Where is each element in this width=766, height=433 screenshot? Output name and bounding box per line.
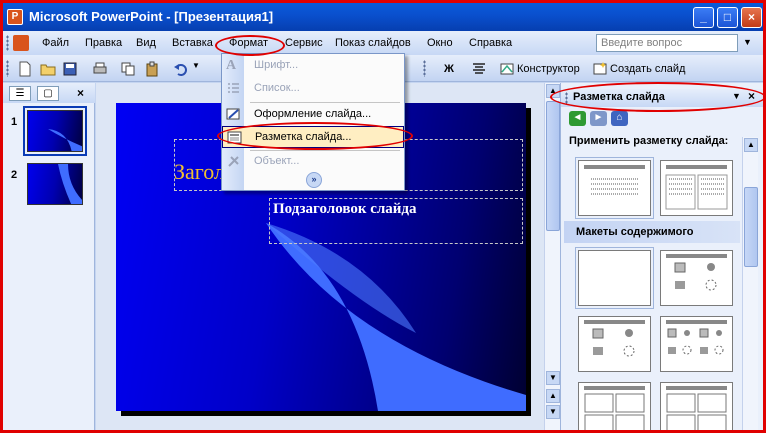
- menu-help[interactable]: Справка: [469, 37, 512, 49]
- powerpoint-app-icon[interactable]: P: [7, 9, 23, 25]
- layout-two-column-text[interactable]: [660, 160, 733, 216]
- menu-insert[interactable]: Вставка: [172, 37, 213, 49]
- title-bar[interactable]: P Microsoft PowerPoint - [Презентация1] …: [3, 3, 763, 31]
- scroll-down-icon[interactable]: ▼: [546, 371, 560, 385]
- task-pane-close-button[interactable]: ×: [748, 89, 755, 103]
- slides-pane-close-button[interactable]: ×: [77, 86, 84, 100]
- list-icon: [228, 83, 239, 93]
- menu-item-object[interactable]: Объект...: [222, 151, 404, 173]
- slide-number: 1: [11, 116, 18, 128]
- close-button[interactable]: ×: [741, 7, 762, 28]
- powerpoint-window: P Microsoft PowerPoint - [Презентация1] …: [0, 0, 766, 433]
- slide-design-icon: [226, 108, 240, 120]
- slides-pane-tabs: ☰ ▢ ×: [3, 83, 95, 103]
- menu-item-label: Объект...: [254, 155, 300, 167]
- menu-item-slide-layout[interactable]: Разметка слайда...: [222, 126, 404, 148]
- align-center-icon[interactable]: [471, 61, 487, 77]
- menu-bar: Файл Правка Вид Вставка Формат Сервис По…: [3, 31, 763, 55]
- next-slide-icon[interactable]: ▼: [546, 405, 560, 419]
- open-folder-icon[interactable]: [40, 61, 56, 77]
- help-search-input[interactable]: Введите вопрос: [596, 34, 738, 52]
- help-dropdown-icon[interactable]: ▼: [743, 37, 752, 47]
- back-icon[interactable]: ◄: [569, 111, 586, 126]
- format-menu: A Шрифт... Список... Оформление слайда..…: [221, 53, 405, 191]
- menu-tools[interactable]: Сервис: [285, 37, 323, 49]
- maximize-button[interactable]: □: [717, 7, 738, 28]
- task-pane-scroll-up-icon[interactable]: ▲: [744, 138, 758, 152]
- menu-item-label: Разметка слайда...: [255, 131, 352, 143]
- menu-edit[interactable]: Правка: [85, 37, 122, 49]
- scroll-up-icon[interactable]: ▲: [546, 84, 560, 98]
- slide-title[interactable]: Загол: [174, 159, 225, 185]
- menu-format[interactable]: Формат: [229, 37, 268, 49]
- object-icon: [228, 156, 239, 167]
- menu-separator: [250, 102, 400, 103]
- font-icon: A: [226, 58, 237, 73]
- task-pane-grip[interactable]: [565, 92, 568, 104]
- menu-item-label: Оформление слайда...: [254, 108, 372, 120]
- minimize-button[interactable]: _: [693, 7, 714, 28]
- menu-file[interactable]: Файл: [42, 37, 69, 49]
- designer-button[interactable]: Конструктор: [517, 63, 580, 75]
- layout-title-text[interactable]: [575, 157, 654, 219]
- content-layouts-label: Макеты содержимого: [576, 226, 694, 238]
- task-pane-scrollbar[interactable]: ▲: [742, 137, 758, 430]
- content-layouts-section-header: Макеты содержимого: [564, 221, 740, 243]
- menu-item-label: Список...: [254, 82, 300, 94]
- slides-pane: ☰ ▢ × 1 2: [3, 83, 95, 430]
- menubar-grip[interactable]: [6, 35, 9, 51]
- menu-slideshow[interactable]: Показ слайдов: [335, 37, 411, 49]
- slide-number: 2: [11, 169, 18, 181]
- home-icon[interactable]: ⌂: [611, 111, 628, 126]
- toolbar-grip[interactable]: [6, 60, 9, 77]
- menu-item-list[interactable]: Список...: [222, 78, 404, 100]
- bold-button[interactable]: Ж: [444, 63, 454, 75]
- forward-icon[interactable]: ►: [590, 111, 607, 126]
- undo-icon[interactable]: [173, 61, 189, 77]
- menu-window[interactable]: Окно: [427, 37, 453, 49]
- chevron-double-down-icon[interactable]: »: [306, 172, 322, 188]
- slide-layout-task-pane: Разметка слайда ▼ × ◄ ► ⌂ Применить разм…: [560, 83, 763, 430]
- menu-item-label: Шрифт...: [254, 59, 299, 71]
- window-title: Microsoft PowerPoint - [Презентация1]: [29, 9, 274, 24]
- new-slide-button[interactable]: Создать слайд: [610, 63, 685, 75]
- main-vertical-scrollbar[interactable]: ▲ ▼ ▲ ▼: [544, 83, 560, 430]
- undo-dropdown-icon[interactable]: ▼: [192, 61, 200, 70]
- task-pane-title[interactable]: Разметка слайда: [573, 91, 665, 103]
- designer-icon[interactable]: [499, 61, 515, 77]
- layout-title-four-content[interactable]: [660, 382, 733, 430]
- previous-slide-icon[interactable]: ▲: [546, 389, 560, 403]
- layout-content[interactable]: [578, 316, 651, 372]
- apply-layout-label: Применить разметку слайда:: [569, 135, 729, 147]
- copy-icon[interactable]: [120, 61, 136, 77]
- slides-tab[interactable]: ▢: [37, 86, 59, 101]
- new-document-icon[interactable]: [17, 61, 33, 77]
- menu-view[interactable]: Вид: [136, 37, 156, 49]
- task-pane-scroll-thumb[interactable]: [744, 187, 758, 267]
- new-slide-icon[interactable]: [592, 61, 608, 77]
- task-pane-dropdown-icon[interactable]: ▼: [732, 91, 741, 101]
- layout-two-content[interactable]: [660, 316, 733, 372]
- scroll-thumb[interactable]: [546, 101, 560, 231]
- document-icon[interactable]: [13, 35, 29, 51]
- slide-thumbnail-1[interactable]: [23, 106, 87, 156]
- layout-blank[interactable]: [575, 247, 654, 309]
- save-icon[interactable]: [62, 61, 78, 77]
- layout-title-content[interactable]: [660, 250, 733, 306]
- slide-subtitle[interactable]: Подзаголовок слайда: [273, 201, 417, 218]
- slide-thumbnail-2[interactable]: [27, 163, 83, 205]
- outline-tab[interactable]: ☰: [9, 86, 31, 101]
- menu-item-slide-design[interactable]: Оформление слайда...: [222, 104, 404, 126]
- layout-four-content[interactable]: [578, 382, 651, 430]
- print-icon[interactable]: [92, 61, 108, 77]
- slide-layout-icon: [227, 131, 242, 144]
- paste-icon[interactable]: [144, 61, 160, 77]
- menu-item-font[interactable]: A Шрифт...: [222, 55, 404, 77]
- toolbar2-grip[interactable]: [423, 60, 426, 77]
